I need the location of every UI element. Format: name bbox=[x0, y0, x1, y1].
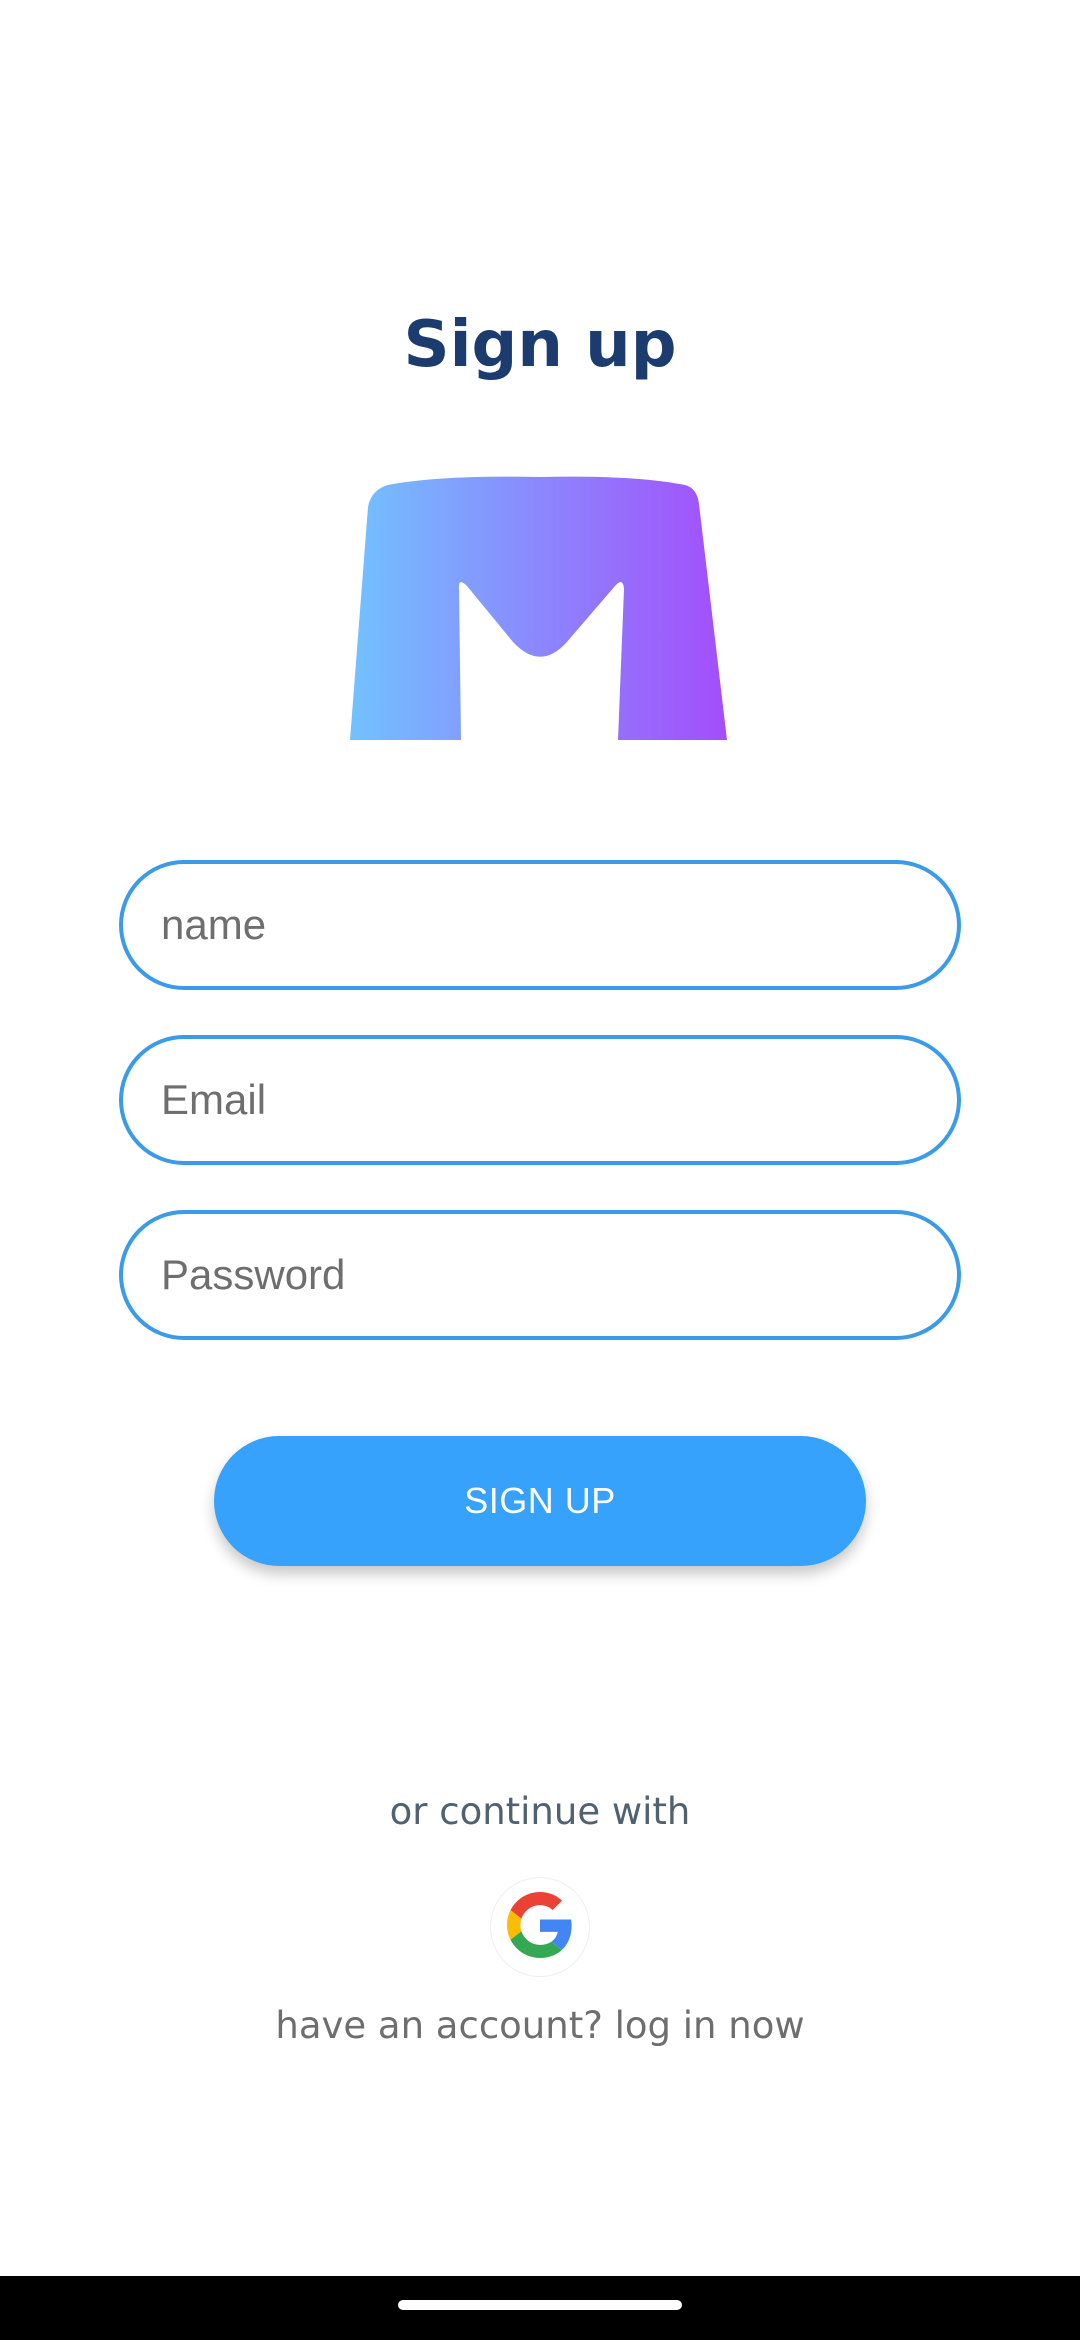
name-field[interactable] bbox=[119, 860, 961, 990]
system-nav-bar bbox=[0, 2276, 1080, 2340]
login-link[interactable]: have an account? log in now bbox=[0, 2004, 1080, 2047]
name-input[interactable] bbox=[161, 864, 921, 986]
sign-up-button[interactable]: SIGN UP bbox=[214, 1436, 866, 1566]
email-field[interactable] bbox=[119, 1035, 961, 1165]
password-field[interactable] bbox=[119, 1210, 961, 1340]
google-sign-in-button[interactable] bbox=[491, 1878, 589, 1976]
m-logo-icon bbox=[350, 476, 728, 740]
password-input[interactable] bbox=[161, 1214, 921, 1336]
page-title: Sign up bbox=[403, 308, 677, 382]
email-input[interactable] bbox=[161, 1039, 921, 1161]
home-indicator[interactable] bbox=[398, 2300, 682, 2310]
continue-with-label: or continue with bbox=[389, 1790, 691, 1833]
google-icon bbox=[507, 1891, 573, 1963]
